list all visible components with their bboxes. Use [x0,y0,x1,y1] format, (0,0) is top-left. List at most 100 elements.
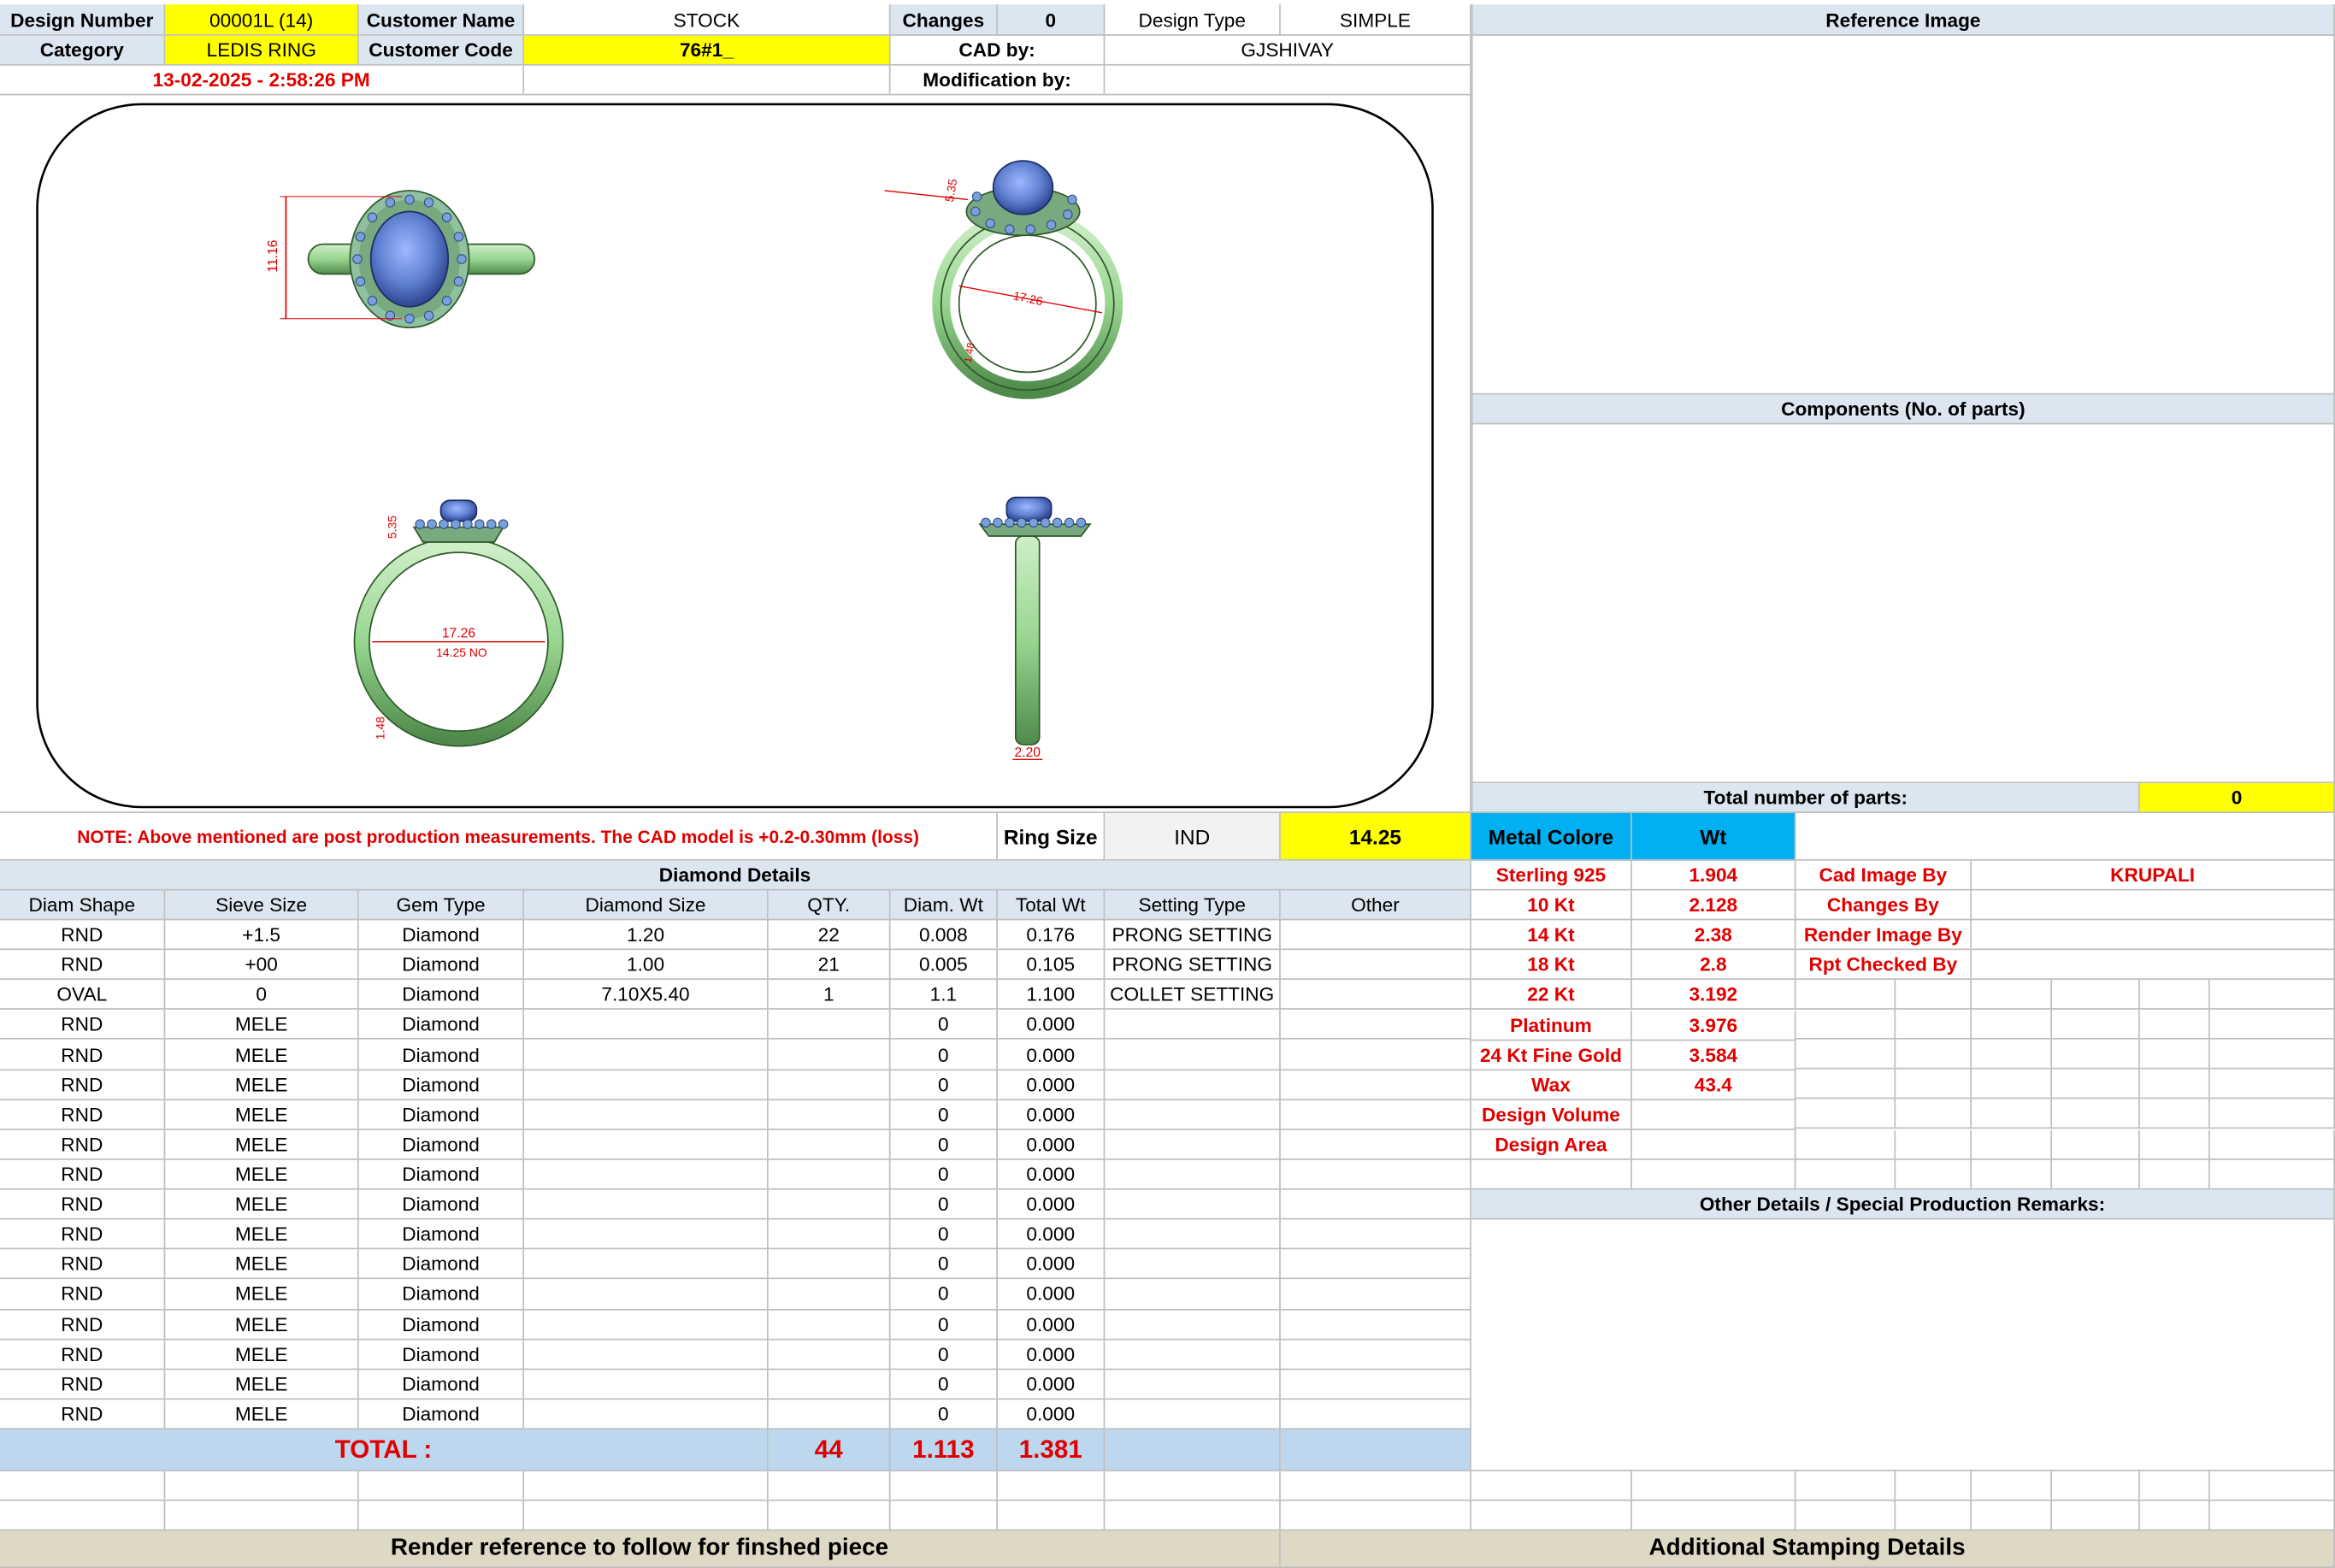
diamond-cell-diam-wt[interactable]: 0 [890,1010,998,1040]
diamond-cell-gem-type[interactable]: Diamond [358,1129,525,1160]
diamond-cell-diam-wt[interactable]: 0 [890,1189,998,1220]
diamond-cell-setting-type[interactable] [1105,1129,1281,1160]
diamond-cell-diam-wt[interactable]: 0 [890,1040,998,1070]
diamond-cell-sieve-size[interactable]: MELE [165,1370,359,1400]
diamond-cell-diamond-size[interactable]: 1.20 [524,920,769,951]
diamond-cell-diam-wt[interactable]: 0 [890,1339,998,1370]
diamond-cell-sieve-size[interactable]: MELE [165,1159,359,1190]
diamond-cell-shape[interactable]: RND [0,1370,166,1400]
blank-cell[interactable] [1105,1500,1281,1531]
credit-value[interactable] [1972,950,2335,981]
diamond-cell-other[interactable] [1280,1070,1471,1100]
metal-weight[interactable] [1631,1099,1796,1130]
diamond-cell-setting-type[interactable] [1105,1370,1281,1400]
diamond-cell-qty[interactable] [768,1129,891,1160]
blank-cell[interactable] [2209,1099,2335,1130]
blank-cell[interactable] [1795,1070,1896,1100]
blank-cell[interactable] [524,1500,769,1531]
diamond-cell-diamond-size[interactable] [524,1219,769,1250]
diamond-cell-other[interactable] [1280,1339,1471,1370]
blank-cell[interactable] [2209,1159,2335,1190]
blank-cell[interactable] [2052,980,2140,1011]
diamond-cell-sieve-size[interactable]: +00 [165,950,359,981]
diamond-cell-setting-type[interactable] [1105,1010,1281,1040]
diamond-cell-total-wt[interactable]: 0.000 [997,1339,1106,1370]
metal-weight[interactable] [1631,1129,1796,1160]
components-area[interactable] [1471,424,2335,784]
ring-size-standard[interactable]: IND [1105,812,1281,861]
blank-cell[interactable] [1972,980,2053,1011]
blank-cell[interactable] [2209,1040,2335,1070]
diamond-cell-shape[interactable]: RND [0,1400,166,1430]
blank-cell[interactable] [997,1500,1106,1531]
diamond-cell-diamond-size[interactable] [524,1400,769,1430]
changes-value[interactable]: 0 [997,4,1106,36]
diamond-cell-other[interactable] [1280,1099,1471,1130]
diamond-cell-other[interactable] [1280,1279,1471,1310]
diamond-cell-diamond-size[interactable] [524,1189,769,1220]
diamond-cell-other[interactable] [1280,1370,1471,1400]
customer-code-value[interactable]: 76#1_ [524,35,891,66]
blank-cell[interactable] [2052,1471,2140,1501]
blank-cell[interactable] [524,1471,769,1501]
diamond-cell-qty[interactable] [768,1070,891,1100]
blank-cell[interactable] [1280,1500,1471,1531]
diamond-cell-sieve-size[interactable]: MELE [165,1309,359,1340]
diamond-cell-total-wt[interactable]: 0.000 [997,1040,1106,1070]
blank-cell[interactable] [1896,1070,1972,1100]
blank-cell[interactable] [1105,1471,1281,1501]
blank-cell[interactable] [1471,1500,1632,1531]
diamond-cell-other[interactable] [1280,1249,1471,1280]
reference-image-area[interactable] [1471,35,2335,395]
diamond-cell-other[interactable] [1280,1129,1471,1160]
blank-cell[interactable] [1795,1010,1896,1040]
ring-size-value[interactable]: 14.25 [1280,812,1471,861]
blank-cell[interactable] [2209,1010,2335,1040]
blank-cell[interactable] [1795,980,1896,1011]
diamond-cell-setting-type[interactable]: COLLET SETTING [1105,980,1281,1011]
metal-weight[interactable]: 3.976 [1631,1010,1796,1040]
blank-cell[interactable] [1896,1159,1972,1190]
diamond-cell-qty[interactable] [768,1219,891,1250]
blank-cell[interactable] [0,1471,166,1501]
diamond-cell-diam-wt[interactable]: 0 [890,1309,998,1340]
diamond-cell-other[interactable] [1280,1189,1471,1220]
diamond-cell-diamond-size[interactable]: 1.00 [524,950,769,981]
metal-weight[interactable]: 2.128 [1631,890,1796,921]
diamond-cell-gem-type[interactable]: Diamond [358,1159,525,1190]
diamond-cell-sieve-size[interactable]: MELE [165,1279,359,1310]
diamond-cell-total-wt[interactable]: 0.000 [997,1279,1106,1310]
blank-cell[interactable] [1631,1500,1796,1531]
diamond-cell-diamond-size[interactable] [524,1070,769,1100]
diamond-cell-total-wt[interactable]: 0.000 [997,1249,1106,1280]
diamond-cell-total-wt[interactable]: 0.000 [997,1010,1106,1040]
diamond-cell-shape[interactable]: OVAL [0,980,166,1011]
blank-cell[interactable] [1795,1129,1896,1160]
diamond-cell-setting-type[interactable] [1105,1400,1281,1430]
diamond-cell-shape[interactable]: RND [0,950,166,981]
blank-cell[interactable] [1795,1159,1896,1190]
diamond-cell-gem-type[interactable]: Diamond [358,920,525,951]
diamond-cell-sieve-size[interactable]: MELE [165,1070,359,1100]
diamond-cell-diam-wt[interactable]: 1.1 [890,980,998,1011]
diamond-cell-gem-type[interactable]: Diamond [358,950,525,981]
diamond-cell-qty[interactable] [768,1400,891,1430]
blank-cell[interactable] [1972,1471,2053,1501]
blank-cell[interactable] [2139,1070,2210,1100]
diamond-cell-qty[interactable] [768,1010,891,1040]
diamond-cell-shape[interactable]: RND [0,920,166,951]
blank-cell[interactable] [2052,1099,2140,1130]
diamond-cell-qty[interactable] [768,1159,891,1190]
diamond-cell-total-wt[interactable]: 0.000 [997,1189,1106,1220]
diamond-cell-diamond-size[interactable] [524,1370,769,1400]
blank-cell[interactable] [358,1471,525,1501]
diamond-cell-setting-type[interactable]: PRONG SETTING [1105,950,1281,981]
diamond-cell-setting-type[interactable] [1105,1099,1281,1130]
customer-name-value[interactable]: STOCK [524,4,891,36]
diamond-cell-setting-type[interactable] [1105,1159,1281,1190]
diamond-cell-qty[interactable] [768,1099,891,1130]
blank-cell[interactable] [2209,1129,2335,1160]
metal-weight[interactable]: 43.4 [1631,1070,1796,1100]
diamond-cell-gem-type[interactable]: Diamond [358,1099,525,1130]
blank-cell[interactable] [1795,1099,1896,1130]
